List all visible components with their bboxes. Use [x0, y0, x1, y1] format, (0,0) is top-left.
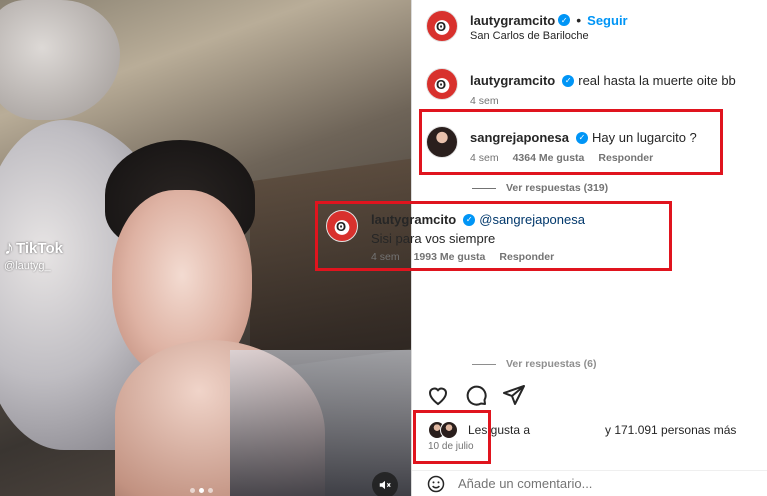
view-replies-button[interactable]: Ver respuestas (319) — [472, 182, 608, 194]
speaker-muted-icon — [379, 480, 391, 490]
comment-text: real hasta la muerte oite bb — [578, 73, 736, 88]
follow-button[interactable]: Seguir — [587, 13, 627, 28]
author-username[interactable]: lautygramcito — [470, 13, 555, 28]
comment-icon[interactable] — [464, 383, 488, 407]
action-bar — [426, 383, 526, 407]
post-header: lautygramcito ✓ • Seguir — [470, 12, 628, 28]
tiktok-username: @lautyg_ — [4, 260, 51, 272]
share-icon[interactable] — [502, 383, 526, 407]
comment-input[interactable] — [458, 476, 738, 491]
tiktok-logo-icon: ♪ — [4, 237, 14, 259]
verified-icon: ✓ — [562, 74, 575, 87]
tiktok-watermark: ♪ TikTok @lautyg_ — [4, 238, 63, 272]
highlight-box — [419, 109, 723, 175]
author-avatar[interactable]: ʘ — [426, 10, 458, 42]
mute-button[interactable] — [372, 472, 398, 496]
comment-age: 4 sem — [470, 95, 499, 107]
comment-username[interactable]: lautygramcito — [470, 73, 555, 88]
carousel-dots — [190, 488, 213, 493]
verified-icon: ✓ — [558, 14, 571, 26]
bed-background — [0, 0, 120, 120]
heart-icon[interactable] — [426, 383, 450, 407]
comment: lautygramcito ✓ real hasta la muerte oit… — [470, 73, 736, 88]
emoji-icon[interactable] — [426, 474, 446, 494]
view-replies-button[interactable]: Ver respuestas (6) — [472, 358, 596, 370]
tiktok-brand: TikTok — [16, 239, 63, 257]
post-panel: ʘ lautygramcito ✓ • Seguir San Carlos de… — [315, 0, 767, 496]
comment-avatar[interactable]: ʘ — [426, 68, 458, 100]
likes-count[interactable]: y 171.091 personas más — [605, 423, 736, 437]
comment-meta: 4 sem — [470, 95, 499, 107]
post-location[interactable]: San Carlos de Bariloche — [470, 30, 589, 42]
comment-bar — [412, 470, 767, 496]
highlight-box — [315, 201, 672, 271]
highlight-box — [413, 410, 491, 464]
